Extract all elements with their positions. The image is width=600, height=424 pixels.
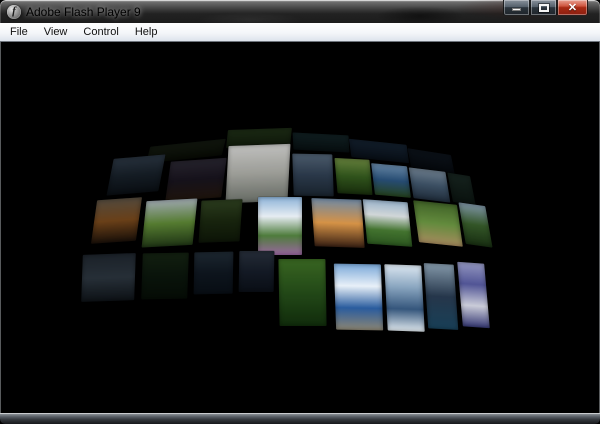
photo-tile-forest-path[interactable] [413, 200, 463, 246]
photo-tile-golden-sunset[interactable] [311, 198, 364, 248]
title-bar[interactable]: f Adobe Flash Player 9 ✕ [0, 0, 600, 23]
photo-dome-stage[interactable] [0, 42, 600, 413]
photo-tile-green-meadow[interactable] [334, 158, 372, 195]
photo-tile-teal-lake-strip[interactable] [293, 132, 350, 152]
photo-tile-dusk-clouds[interactable] [165, 158, 226, 201]
close-button[interactable]: ✕ [557, 0, 588, 16]
maximize-icon [539, 4, 549, 12]
menu-item-help[interactable]: Help [127, 24, 166, 40]
menu-bar: File View Control Help [0, 23, 600, 42]
photo-tile-stormy-lake[interactable] [107, 154, 166, 195]
minimize-icon [512, 8, 521, 11]
minimize-button[interactable] [503, 0, 530, 16]
window-title: Adobe Flash Player 9 [26, 5, 141, 19]
photo-tile-lush-forest[interactable] [278, 259, 326, 326]
menu-item-control[interactable]: Control [75, 24, 126, 40]
photo-tile-violet-peak[interactable] [457, 262, 490, 328]
photo-tile-dark-forest[interactable] [141, 253, 189, 300]
window-bottom-frame [0, 413, 600, 424]
maximize-button[interactable] [530, 0, 557, 16]
photo-tile-green-mountain[interactable] [458, 202, 492, 247]
window-controls: ✕ [503, 0, 588, 16]
flash-player-icon: f [7, 5, 21, 19]
photo-tile-spring-field[interactable] [142, 199, 198, 248]
photo-tile-cloud-peak[interactable] [384, 264, 424, 331]
photo-tile-overcast-lake[interactable] [409, 167, 451, 202]
photo-tile-alpine-wildflowers[interactable] [258, 197, 302, 255]
photo-tile-night-lake[interactable] [194, 252, 234, 295]
photo-tile-winter-river[interactable] [81, 253, 136, 302]
photo-tile-dark-pines[interactable] [447, 173, 475, 206]
menu-item-view[interactable]: View [36, 24, 76, 40]
flash-player-window: f Adobe Flash Player 9 ✕ File View Contr… [0, 0, 600, 424]
photo-tile-lakeshore-trees[interactable] [371, 163, 411, 198]
photo-tile-snowy-birch-grove[interactable] [226, 144, 291, 203]
photo-tile-sunset-ridge[interactable] [91, 197, 142, 244]
photo-tile-mountain-lake[interactable] [334, 264, 383, 331]
menu-item-file[interactable]: File [2, 24, 36, 40]
photo-tile-cloudy-bay[interactable] [239, 251, 275, 292]
photo-tile-steel-lake[interactable] [292, 154, 333, 197]
photo-tile-village-meadow[interactable] [363, 199, 413, 247]
close-icon: ✕ [568, 1, 577, 15]
photo-tile-dark-valley[interactable] [199, 199, 243, 243]
photo-tile-blue-fjord[interactable] [424, 263, 459, 330]
